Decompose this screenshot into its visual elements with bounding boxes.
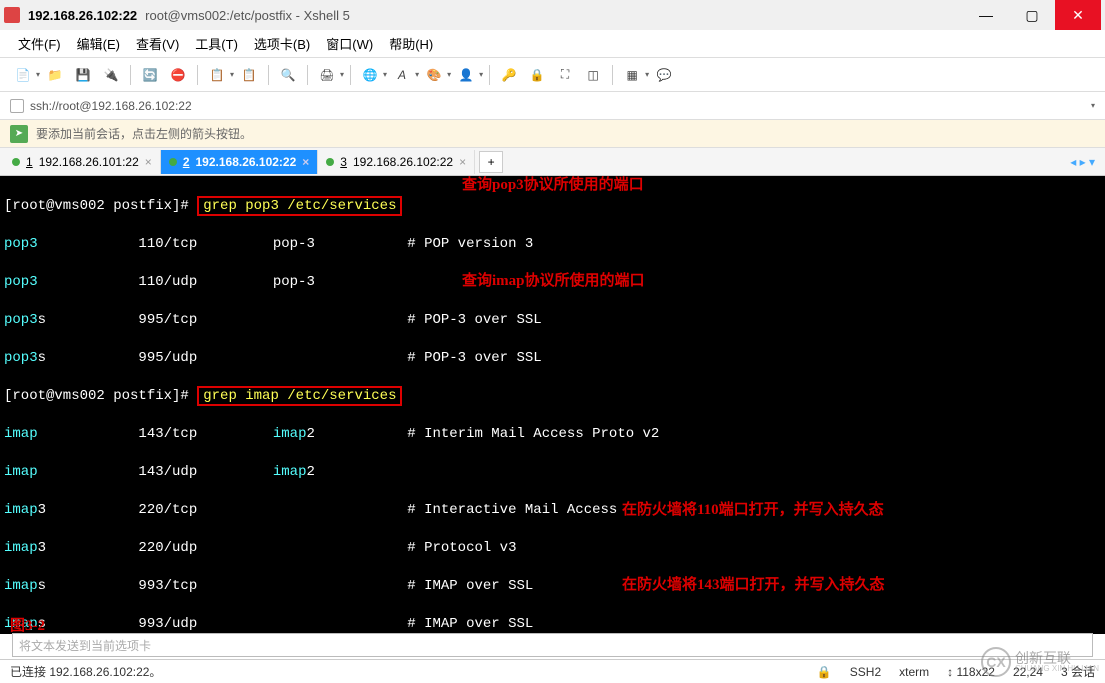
input-placeholder: 将文本发送到当前选项卡 xyxy=(19,637,151,654)
find-icon[interactable]: 🔍 xyxy=(275,62,301,88)
tab-1[interactable]: 1 192.168.26.101:22 × xyxy=(4,150,161,174)
terminal[interactable]: [root@vms002 postfix]# grep pop3 /etc/se… xyxy=(0,176,1105,634)
chat-icon[interactable]: 💬 xyxy=(651,62,677,88)
window-controls: — ▢ ✕ xyxy=(963,0,1101,30)
reconnect-icon[interactable]: 🔄 xyxy=(137,62,163,88)
status-lock-icon: 🔒 xyxy=(817,665,832,679)
menu-edit[interactable]: 编辑(E) xyxy=(71,30,126,57)
status-proto: SSH2 xyxy=(850,665,881,679)
tab-status-icon xyxy=(169,158,177,166)
watermark-icon: CX xyxy=(981,647,1011,677)
arrow-icon[interactable]: ➤ xyxy=(10,125,28,143)
tab-label: 192.168.26.101:22 xyxy=(39,155,139,169)
copy-icon[interactable]: 📋 xyxy=(204,62,230,88)
close-button[interactable]: ✕ xyxy=(1055,0,1101,30)
watermark: CX 创新互联 CHUANG XIN HU LIAN xyxy=(981,647,1099,677)
tab-status-icon xyxy=(12,158,20,166)
address-bar: ssh://root@192.168.26.102:22 ▾ xyxy=(0,92,1105,120)
tab-bar: 1 192.168.26.101:22 × 2 192.168.26.102:2… xyxy=(0,148,1105,176)
tab-num: 2 xyxy=(183,155,190,169)
tab-label: 192.168.26.102:22 xyxy=(196,155,297,169)
annotation-pop3: 查询pop3协议所使用的端口 xyxy=(460,176,646,195)
hint-text: 要添加当前会话，点击左侧的箭头按钮。 xyxy=(36,125,252,142)
tab-num: 1 xyxy=(26,155,33,169)
status-connection: 已连接 192.168.26.102:22。 xyxy=(10,663,161,680)
save-icon[interactable]: 💾 xyxy=(70,62,96,88)
split-icon[interactable]: ◫ xyxy=(580,62,606,88)
menu-file[interactable]: 文件(F) xyxy=(12,30,67,57)
send-text-input[interactable]: 将文本发送到当前选项卡 xyxy=(12,633,1093,657)
tab-close-icon[interactable]: × xyxy=(145,155,152,169)
tab-close-icon[interactable]: × xyxy=(459,155,466,169)
address-url[interactable]: ssh://root@192.168.26.102:22 xyxy=(30,99,192,113)
menu-window[interactable]: 窗口(W) xyxy=(320,30,379,57)
disconnect-icon[interactable]: ⛔ xyxy=(165,62,191,88)
lock-icon[interactable]: 🔒 xyxy=(524,62,550,88)
tab-close-icon[interactable]: × xyxy=(302,155,309,169)
title-left: 192.168.26.102:22 root@vms002:/etc/postf… xyxy=(4,7,350,23)
connect-icon[interactable]: 🔌 xyxy=(98,62,124,88)
globe-icon[interactable]: 🌐 xyxy=(357,62,383,88)
menu-tools[interactable]: 工具(T) xyxy=(189,30,244,57)
status-bar: 已连接 192.168.26.102:22。 🔒 SSH2 xterm ↕ 11… xyxy=(0,659,1105,683)
toolbar: 📄▾ 📁 💾 🔌 🔄 ⛔ 📋▾ 📋 🔍 🖨▾ 🌐▾ A▾ 🎨▾ 👤▾ 🔑 🔒 ⛶… xyxy=(0,58,1105,92)
title-host: 192.168.26.102:22 xyxy=(28,8,137,23)
tab-label: 192.168.26.102:22 xyxy=(353,155,453,169)
annotation-imap: 查询imap协议所使用的端口 xyxy=(460,272,647,291)
fullscreen-icon[interactable]: ⛶ xyxy=(552,62,578,88)
watermark-name: 创新互联 xyxy=(1015,652,1099,664)
tab-num: 3 xyxy=(340,155,347,169)
tab-add-button[interactable]: + xyxy=(479,151,503,173)
tab-status-icon xyxy=(326,158,334,166)
new-file-icon[interactable]: 📄 xyxy=(10,62,36,88)
app-icon xyxy=(4,7,20,23)
watermark-sub: CHUANG XIN HU LIAN xyxy=(1015,664,1099,673)
address-icon xyxy=(10,99,24,113)
paste-icon[interactable]: 📋 xyxy=(236,62,262,88)
status-arrows-icon: ↕ xyxy=(947,665,953,679)
figure-label: 图3-2 xyxy=(10,614,45,635)
menu-bar: 文件(F) 编辑(E) 查看(V) 工具(T) 选项卡(B) 窗口(W) 帮助(… xyxy=(0,30,1105,58)
status-term: xterm xyxy=(899,665,929,679)
tab-nav-arrows[interactable]: ◂ ▸ ▾ xyxy=(1070,155,1101,169)
palette-icon[interactable]: 🎨 xyxy=(421,62,447,88)
annotation-fw110: 在防火墙将110端口打开，并写入持久态 xyxy=(620,501,886,520)
tab-2[interactable]: 2 192.168.26.102:22 × xyxy=(161,150,318,174)
title-path: root@vms002:/etc/postfix - Xshell 5 xyxy=(145,8,350,23)
minimize-button[interactable]: — xyxy=(963,0,1009,30)
address-dropdown-icon[interactable]: ▾ xyxy=(1091,101,1095,110)
print-icon[interactable]: 🖨 xyxy=(314,62,340,88)
maximize-button[interactable]: ▢ xyxy=(1009,0,1055,30)
open-icon[interactable]: 📁 xyxy=(42,62,68,88)
menu-help[interactable]: 帮助(H) xyxy=(383,30,439,57)
hint-bar: ➤ 要添加当前会话，点击左侧的箭头按钮。 xyxy=(0,120,1105,148)
user-icon[interactable]: 👤 xyxy=(453,62,479,88)
key-icon[interactable]: 🔑 xyxy=(496,62,522,88)
annotation-fw143: 在防火墙将143端口打开，并写入持久态 xyxy=(620,576,887,595)
tiles-icon[interactable]: ▦ xyxy=(619,62,645,88)
font-icon[interactable]: A xyxy=(389,62,415,88)
menu-view[interactable]: 查看(V) xyxy=(130,30,185,57)
title-bar: 192.168.26.102:22 root@vms002:/etc/postf… xyxy=(0,0,1105,30)
menu-tabs[interactable]: 选项卡(B) xyxy=(248,30,316,57)
tab-3[interactable]: 3 192.168.26.102:22 × xyxy=(318,150,475,174)
